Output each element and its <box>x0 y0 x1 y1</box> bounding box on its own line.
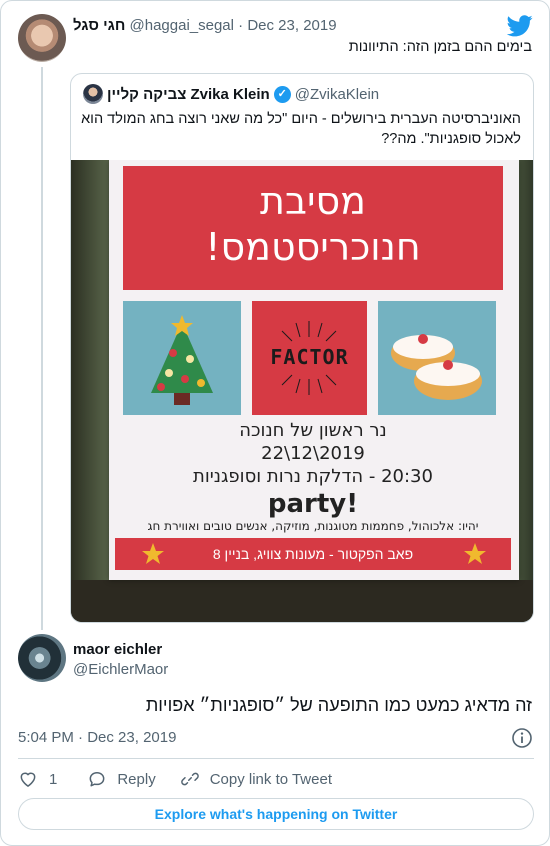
author-name[interactable]: maor eichler <box>73 641 162 658</box>
quoted-tweet[interactable]: צביקה קליין Zvika Klein ✓ @ZvikaKlein הא… <box>70 73 534 623</box>
reply-label: Reply <box>117 770 156 788</box>
avatar[interactable] <box>18 14 66 62</box>
photo-ground <box>71 580 533 622</box>
copy-link-button[interactable]: Copy link to Tweet <box>180 769 332 789</box>
author-handle[interactable]: @EichlerMaor <box>73 661 168 678</box>
factor-logo-tile: FACTOR <box>252 301 367 415</box>
author-name[interactable]: חגי סגל <box>73 17 125 34</box>
factor-word: FACTOR <box>270 345 349 369</box>
tweet-timestamp[interactable]: 5:04 PM · Dec 23, 2019 <box>18 729 176 746</box>
poster-party: party! <box>267 489 359 519</box>
poster-footer-text: פאב הפקטור - מעונות צוויג, בניין 8 <box>212 546 414 562</box>
tweet-photo[interactable]: מסיבת חנוכריסטמס! FACTOR נר ראשון של חנו… <box>71 160 533 622</box>
quoted-author-handle: @ZvikaKlein <box>294 85 380 103</box>
tweet-embed-card: חגי סגל @haggai_segal · Dec 23, 2019 בימ… <box>0 0 550 846</box>
christmas-tree-icon <box>151 315 213 405</box>
copy-link-label: Copy link to Tweet <box>209 770 332 788</box>
tweet-date[interactable]: Dec 23, 2019 <box>247 17 336 34</box>
quoted-tweet-text: האוניברסיטה העברית בירושלים - היום "כל מ… <box>81 111 521 147</box>
avatar[interactable] <box>18 634 66 682</box>
poster-title: מסיבת חנוכריסטמס! <box>123 166 503 290</box>
link-icon <box>180 772 199 786</box>
author-handle[interactable]: @haggai_segal <box>130 17 234 34</box>
heart-icon <box>20 772 36 787</box>
separator-dot: · <box>78 729 84 746</box>
poster-line1: נר ראשון של חנוכה <box>239 420 387 441</box>
parent-tweet-header: חגי סגל @haggai_segal · Dec 23, 2019 <box>73 17 337 37</box>
like-button[interactable]: 1 <box>18 769 57 789</box>
reply-icon <box>89 772 105 787</box>
tweet-time: 5:04 PM <box>18 729 74 746</box>
info-icon[interactable] <box>511 727 533 749</box>
star-icon <box>142 543 164 564</box>
poster: מסיבת חנוכריסטמס! FACTOR נר ראשון של חנו… <box>109 160 519 580</box>
separator-dot: · <box>238 17 244 34</box>
twitter-bird-icon[interactable] <box>507 15 533 37</box>
poster-title-line2: חנוכריסטמס! <box>205 225 421 269</box>
avatar <box>83 84 103 104</box>
thread-line <box>41 67 43 630</box>
star-icon <box>464 543 486 564</box>
donuts-tile <box>378 301 496 415</box>
tweet-text: זה מדאיג כמעט כמו התופעה של ״סופגניות״ א… <box>145 695 532 715</box>
divider <box>18 758 534 759</box>
poster-sub: יהיו: אלכוהול, פחממות מטוגנות, מוזיקה, א… <box>147 519 479 533</box>
poster-date: 22\12\2019 <box>261 443 365 464</box>
verified-badge-icon: ✓ <box>273 85 291 103</box>
reply-button[interactable]: Reply <box>87 769 156 789</box>
quoted-tweet-header: צביקה קליין Zvika Klein ✓ @ZvikaKlein <box>83 84 379 104</box>
christmas-tree-tile <box>123 301 241 415</box>
action-bar: 1 Reply Copy link to Tweet <box>18 768 332 790</box>
poster-line3: 20:30 - הדלקת נרות וסופגניות <box>193 466 433 487</box>
quoted-author-name: צביקה קליין Zvika Klein <box>107 85 270 103</box>
explore-button[interactable]: Explore what's happening on Twitter <box>18 798 534 830</box>
donuts-icon <box>391 334 482 400</box>
like-count: 1 <box>49 770 58 788</box>
poster-footer: פאב הפקטור - מעונות צוויג, בניין 8 <box>115 538 511 570</box>
tweet-date: Dec 23, 2019 <box>87 729 177 746</box>
poster-title-line1: מסיבת <box>260 179 366 223</box>
parent-tweet-text: בימים ההם בזמן הזה: התיוונות <box>348 39 532 55</box>
